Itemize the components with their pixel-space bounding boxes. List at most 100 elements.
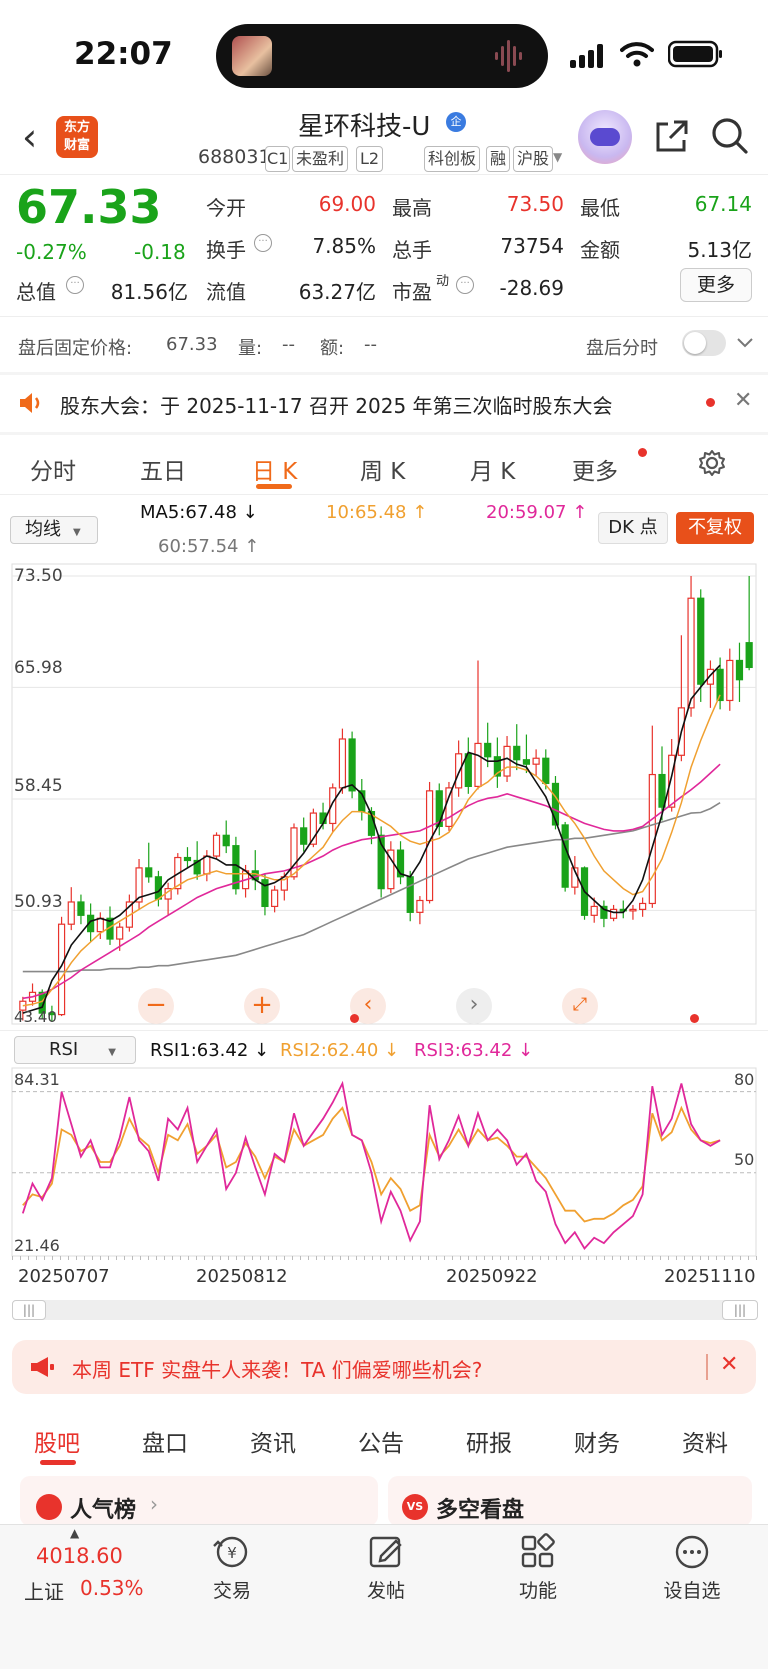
event-dot — [690, 1014, 699, 1023]
ma20-label: 20:59.07 ↑ — [486, 502, 588, 523]
notice-close-icon[interactable]: ✕ — [734, 388, 752, 413]
bull-bear-title: 多空看盘 — [436, 1498, 525, 1523]
indicator-select[interactable]: 均线 ▼ — [10, 516, 98, 544]
tag-hk-connect: 沪股 — [513, 146, 554, 172]
waveform-icon — [495, 40, 525, 72]
section-gap — [0, 372, 768, 375]
bottom-tab-underline — [40, 1460, 76, 1465]
tabs-divider — [0, 494, 768, 495]
chevron-down-icon[interactable] — [736, 336, 754, 350]
megaphone-icon — [31, 1357, 54, 1377]
watchlist-icon[interactable] — [672, 1532, 712, 1572]
after-hours-label: 盘后固定价格: — [18, 338, 133, 359]
index-name[interactable]: 上证 — [24, 1576, 64, 1605]
candle-body — [590, 905, 598, 916]
change-amount: -0.18 — [134, 240, 186, 264]
tab-profile[interactable]: 资料 — [682, 1424, 728, 1458]
info-icon[interactable]: ··· — [456, 276, 474, 294]
speaker-icon — [20, 393, 40, 413]
ma10-label: 10:65.48 ↑ — [326, 502, 428, 523]
more-button[interactable]: 更多 — [680, 268, 752, 302]
zoom-out-button[interactable]: − — [138, 988, 174, 1024]
rsi3-label: RSI3:63.42 ↓ — [414, 1040, 534, 1061]
fullscreen-icon[interactable]: ⤢ — [562, 988, 598, 1024]
tab-intraday[interactable]: 分时 — [30, 452, 76, 486]
ma5-label: MA5:67.48 ↓ — [140, 502, 258, 523]
tab-orderbook[interactable]: 盘口 — [142, 1424, 188, 1458]
tab-announcements[interactable]: 公告 — [358, 1424, 404, 1458]
candlestick-chart[interactable] — [0, 560, 768, 1030]
pe-superscript: 动 — [436, 274, 450, 289]
price-axis-tick: 73.50 — [14, 566, 63, 586]
zoom-in-button[interactable]: + — [244, 988, 280, 1024]
tab-news[interactable]: 资讯 — [250, 1424, 296, 1458]
tab-more[interactable]: 更多 — [572, 452, 618, 486]
chevron-right-icon: › — [150, 1492, 158, 1516]
quote-divider — [0, 316, 768, 317]
banner-close-icon[interactable]: ✕ — [720, 1352, 738, 1377]
tab-financials[interactable]: 财务 — [574, 1424, 620, 1458]
candle-body — [183, 856, 192, 862]
section-gap — [0, 432, 768, 435]
dk-point-button[interactable]: DK 点 — [598, 512, 668, 544]
function-grid-icon[interactable] — [518, 1532, 558, 1572]
nav-function[interactable]: 功能 — [493, 1576, 583, 1603]
svg-text:¥: ¥ — [227, 1544, 237, 1562]
info-icon[interactable]: ··· — [66, 276, 84, 294]
low-value: 67.14 — [694, 192, 752, 216]
range-handle-left[interactable]: ||| — [12, 1300, 46, 1320]
post-icon[interactable] — [366, 1532, 406, 1572]
rsi-chart[interactable] — [0, 1066, 768, 1260]
info-icon[interactable]: ··· — [254, 234, 272, 252]
candle-body — [484, 742, 492, 758]
turnover-value: 7.85% — [312, 234, 376, 258]
low-label: 最低 — [580, 196, 620, 220]
volume-label: 总手 — [392, 238, 432, 262]
trade-icon[interactable]: ¥ — [212, 1532, 252, 1572]
candle-body — [464, 753, 472, 788]
candle-body — [639, 902, 647, 910]
amount-value: 5.13亿 — [687, 238, 752, 262]
tab-weekly-k[interactable]: 周 K — [360, 452, 405, 486]
range-handle-right[interactable]: ||| — [722, 1300, 758, 1320]
rsi-axis-bottom: 21.46 — [14, 1236, 60, 1255]
scroll-right-button[interactable]: › — [456, 988, 492, 1024]
search-icon[interactable] — [710, 116, 750, 156]
subchart-select-label: RSI — [49, 1039, 79, 1060]
index-pct[interactable]: 0.53% — [80, 1576, 144, 1600]
toggle-knob — [684, 332, 706, 354]
settings-gear-icon[interactable] — [697, 448, 727, 478]
tab-guba[interactable]: 股吧 — [34, 1424, 80, 1458]
candle-body — [348, 738, 356, 792]
rsi1-line — [21, 1080, 721, 1251]
subchart-select[interactable]: RSI ▼ — [14, 1036, 136, 1064]
stock-title: 星环科技-U — [298, 112, 431, 142]
share-icon[interactable] — [652, 118, 690, 156]
banner-text[interactable]: 本周 ETF 实盘牛人来袭！TA 们偏爱哪些机会? — [72, 1354, 482, 1383]
nav-watchlist[interactable]: 设自选 — [647, 1576, 737, 1603]
notice-dot — [706, 398, 715, 407]
index-value[interactable]: 4018.60 — [36, 1544, 123, 1568]
candle-body — [658, 773, 666, 808]
candle-body — [455, 753, 463, 789]
rsi2-line — [22, 1105, 721, 1223]
candle-body — [735, 659, 744, 681]
range-scrollbar[interactable] — [12, 1300, 758, 1320]
tags-chevron-icon[interactable]: ▼ — [553, 150, 562, 164]
tab-five-day[interactable]: 五日 — [140, 452, 186, 486]
tab-daily-k[interactable]: 日 K — [252, 452, 297, 486]
candle-body — [67, 901, 75, 925]
rsi-axis-80: 80 — [734, 1070, 755, 1089]
tab-monthly-k[interactable]: 月 K — [470, 452, 515, 486]
tab-research[interactable]: 研报 — [466, 1424, 512, 1458]
turnover-label: 换手 — [206, 238, 246, 262]
candle-body — [726, 659, 734, 702]
candle-body — [290, 827, 298, 878]
adjust-button[interactable]: 不复权 — [676, 512, 754, 544]
notice-text[interactable]: 股东大会：于 2025-11-17 召开 2025 年第三次临时股东大会 — [60, 390, 613, 419]
candle-body — [203, 855, 211, 875]
nav-post[interactable]: 发帖 — [341, 1576, 431, 1603]
nav-trade[interactable]: 交易 — [187, 1576, 277, 1603]
back-button[interactable]: ‹ — [22, 118, 37, 156]
rsi-axis-top: 84.31 — [14, 1070, 60, 1089]
